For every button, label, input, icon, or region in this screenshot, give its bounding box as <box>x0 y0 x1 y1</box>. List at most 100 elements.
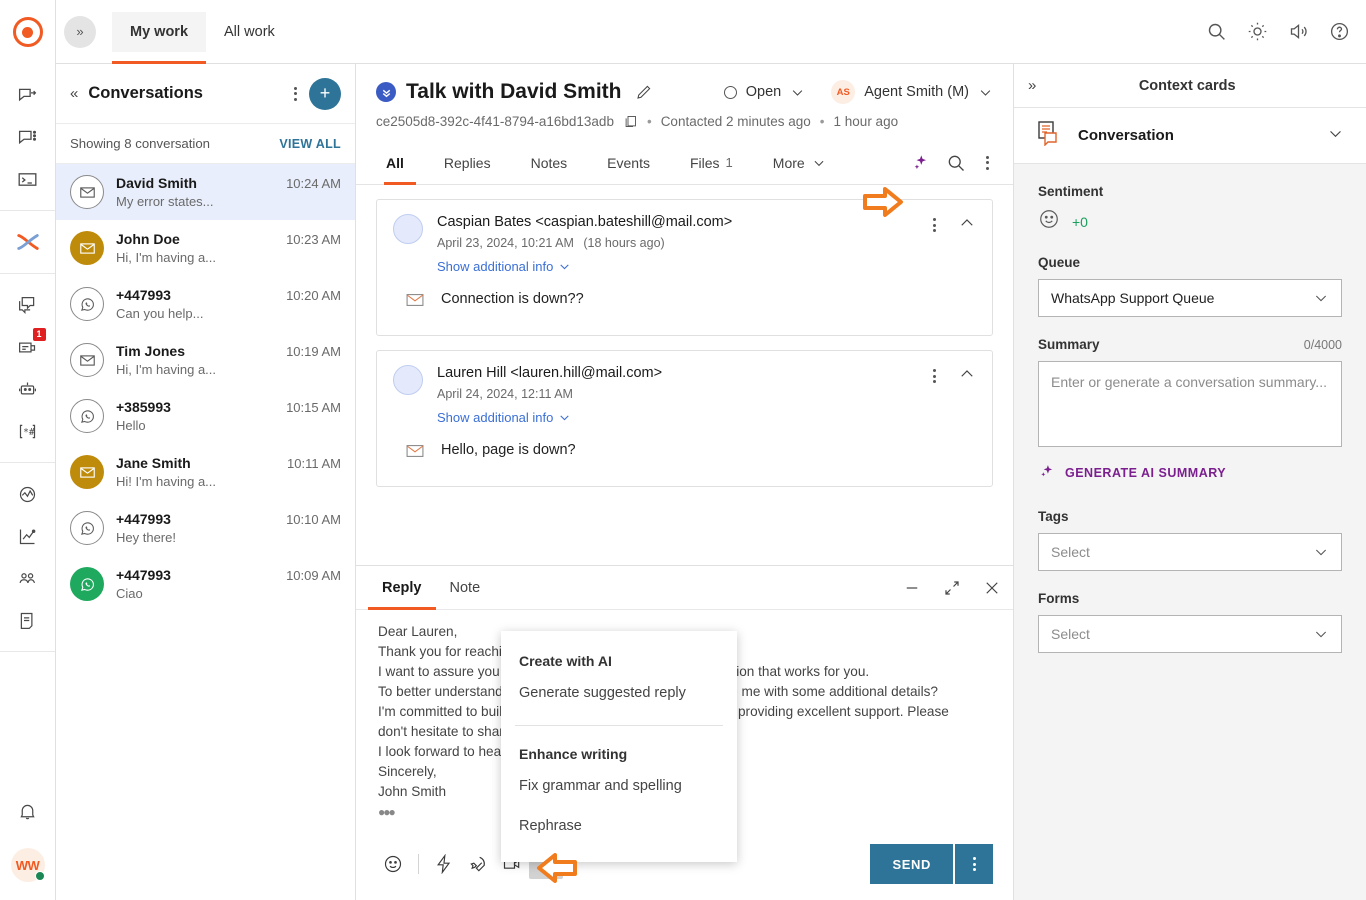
double-chevron-left-icon[interactable]: « <box>70 85 78 102</box>
ai-menu-item-generate-suggested-reply[interactable]: Generate suggested reply <box>501 673 737 713</box>
forms-value: Select <box>1051 626 1090 642</box>
list-item[interactable]: +385993 10:15 AM Hello <box>56 388 355 444</box>
meta-separator: • <box>646 114 652 129</box>
ai-menu-item-rephrase[interactable]: Rephrase <box>501 806 737 846</box>
svg-text:*#: *# <box>23 427 35 438</box>
message-relative-time: (18 hours ago) <box>583 236 665 250</box>
emoji-icon[interactable] <box>376 849 410 879</box>
email-icon <box>405 290 425 315</box>
tags-select[interactable]: Select <box>1038 533 1342 571</box>
terminal-icon[interactable] <box>6 158 50 200</box>
composer-tabs: Reply Note <box>356 566 1013 610</box>
snippets-icon[interactable]: *# <box>6 410 50 452</box>
send-button[interactable]: SEND <box>870 844 953 884</box>
summary-input[interactable]: Enter or generate a conversation summary… <box>1038 361 1342 447</box>
show-additional-info-link[interactable]: Show additional info <box>437 259 571 274</box>
plus-icon[interactable]: + <box>309 77 341 110</box>
avatar <box>393 365 423 395</box>
conversation-card-header[interactable]: Conversation <box>1014 108 1366 164</box>
tab-reply[interactable]: Reply <box>368 566 436 610</box>
left-icon-rail: 1 *# WW <box>0 0 56 900</box>
context-card-body: Sentiment +0 Queue WhatsApp Support Queu… <box>1014 164 1366 900</box>
message-timestamp: April 24, 2024, 12:11 AM <box>437 387 573 401</box>
close-icon[interactable] <box>983 579 1001 597</box>
list-item-name: Jane Smith <box>116 455 191 471</box>
show-additional-info-link[interactable]: Show additional info <box>437 410 571 425</box>
kebab-menu-icon[interactable] <box>929 365 940 387</box>
tab-more-label: More <box>772 154 805 171</box>
tab-files[interactable]: Files 1 <box>670 141 753 185</box>
bot-icon[interactable] <box>6 368 50 410</box>
list-item-preview: Can you help... <box>116 306 204 321</box>
chat-options-icon[interactable] <box>6 116 50 158</box>
minimize-icon[interactable] <box>903 579 921 597</box>
list-item[interactable]: +447993 10:10 AM Hey there! <box>56 500 355 556</box>
ai-menu-item-fix-grammar[interactable]: Fix grammar and spelling <box>501 766 737 806</box>
status-circle-icon <box>723 85 737 99</box>
kebab-menu-icon[interactable] <box>982 152 993 174</box>
lightning-icon[interactable] <box>427 849 461 879</box>
knowledge-icon[interactable] <box>6 599 50 641</box>
tab-my-work[interactable]: My work <box>112 11 207 64</box>
forms-icon[interactable]: 1 <box>6 326 50 368</box>
list-item[interactable]: David Smith 10:24 AM My error states... <box>56 164 355 220</box>
tab-events[interactable]: Events <box>587 141 670 185</box>
tab-notes[interactable]: Notes <box>511 141 588 185</box>
expand-icon[interactable] <box>943 579 961 597</box>
queue-select[interactable]: WhatsApp Support Queue <box>1038 279 1342 317</box>
list-item-preview: Hi, I'm having a... <box>116 362 217 377</box>
kebab-menu-icon[interactable] <box>929 214 940 236</box>
tab-all-work[interactable]: All work <box>206 12 293 52</box>
email-channel-icon <box>70 343 104 377</box>
view-all-link[interactable]: VIEW ALL <box>279 137 341 151</box>
tab-note[interactable]: Note <box>436 566 495 610</box>
help-icon[interactable] <box>1329 21 1350 42</box>
forms-select[interactable]: Select <box>1038 615 1342 653</box>
conversation-meta: ce2505d8-392c-4f41-8794-a16bd13adb • Con… <box>376 114 993 129</box>
crossover-icon[interactable] <box>6 221 50 263</box>
chevron-up-icon[interactable] <box>958 214 976 232</box>
list-item-preview: Hi, I'm having a... <box>116 250 217 265</box>
bell-icon[interactable] <box>6 790 50 832</box>
analytics-icon[interactable] <box>6 515 50 557</box>
tab-all[interactable]: All <box>376 141 424 185</box>
copy-chat-icon[interactable] <box>6 284 50 326</box>
status-dropdown[interactable]: Open <box>723 84 805 100</box>
list-item[interactable]: +447993 10:09 AM Ciao <box>56 556 355 612</box>
search-icon[interactable] <box>1206 21 1227 42</box>
copy-icon[interactable] <box>623 114 638 129</box>
ai-sparkle-icon[interactable] <box>911 153 930 172</box>
showing-count-row: Showing 8 conversation VIEW ALL <box>56 124 355 164</box>
share-message-icon[interactable] <box>6 74 50 116</box>
teams-icon[interactable] <box>6 557 50 599</box>
search-icon[interactable] <box>946 153 966 173</box>
list-item[interactable]: Jane Smith 10:11 AM Hi! I'm having a... <box>56 444 355 500</box>
pencil-icon[interactable] <box>635 83 653 101</box>
chevron-down-icon[interactable] <box>1327 125 1344 147</box>
brightness-icon[interactable] <box>1247 21 1268 42</box>
tab-more[interactable]: More <box>753 141 846 185</box>
volume-icon[interactable] <box>1288 21 1309 42</box>
tab-replies[interactable]: Replies <box>424 141 511 185</box>
rail-group-2 <box>0 211 55 274</box>
conversation-list[interactable]: David Smith 10:24 AM My error states... <box>56 164 355 900</box>
pulse-icon[interactable] <box>6 473 50 515</box>
rocket-icon[interactable] <box>461 849 495 879</box>
list-item-preview: Hi! I'm having a... <box>116 474 217 489</box>
list-item[interactable]: John Doe 10:23 AM Hi, I'm having a... <box>56 220 355 276</box>
ai-assist-menu[interactable]: Create with AI Generate suggested reply … <box>501 631 737 862</box>
tab-actions <box>911 152 993 174</box>
double-chevron-right-icon[interactable]: » <box>64 15 96 48</box>
kebab-menu-icon[interactable] <box>290 83 301 105</box>
chevron-up-icon[interactable] <box>958 365 976 383</box>
list-item[interactable]: +447993 10:20 AM Can you help... <box>56 276 355 332</box>
summary-label: Summary <box>1038 337 1100 352</box>
user-avatar[interactable]: WW <box>10 848 45 882</box>
show-additional-info-label: Show additional info <box>437 410 554 425</box>
list-item[interactable]: Tim Jones 10:19 AM Hi, I'm having a... <box>56 332 355 388</box>
generate-ai-summary-button[interactable]: GENERATE AI SUMMARY <box>1038 463 1342 483</box>
forms-label: Forms <box>1038 591 1080 606</box>
app-logo[interactable] <box>0 0 55 64</box>
send-options-button[interactable] <box>955 844 993 884</box>
agent-dropdown[interactable]: AS Agent Smith (M) <box>831 80 993 104</box>
